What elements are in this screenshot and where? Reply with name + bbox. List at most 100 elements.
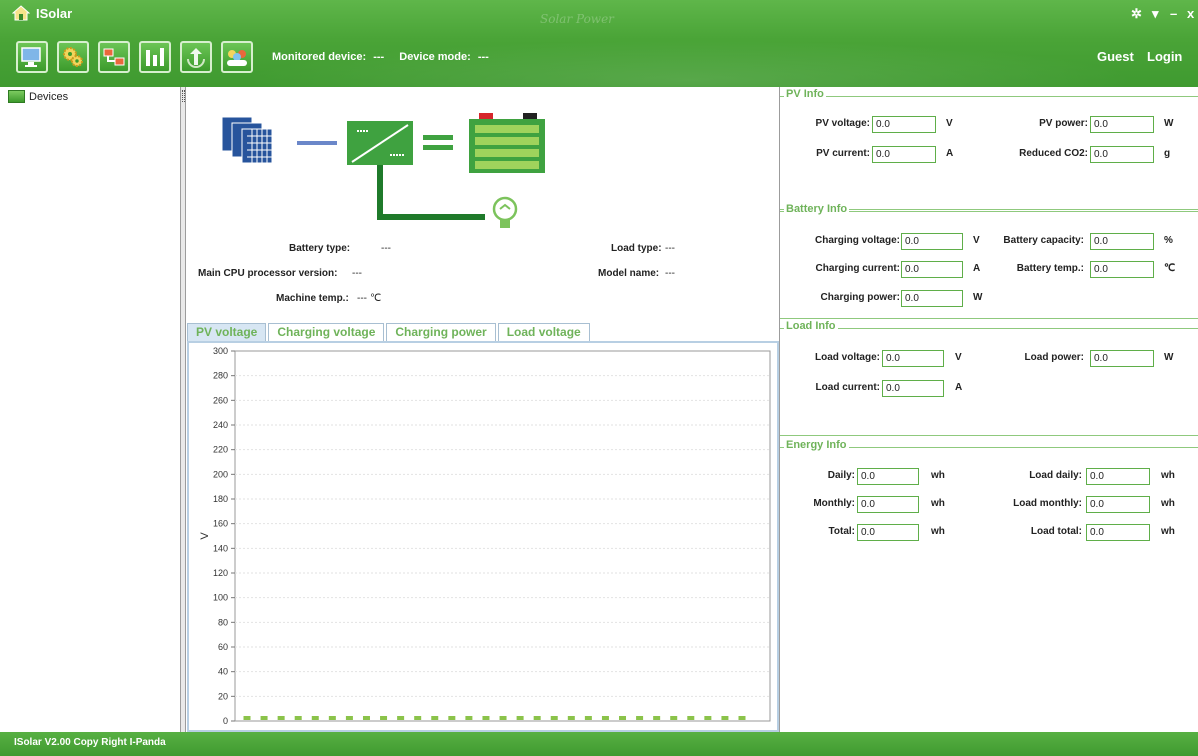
charging-power-field[interactable] bbox=[901, 290, 963, 307]
data-point bbox=[738, 716, 746, 720]
charging-current-field[interactable] bbox=[901, 261, 963, 278]
plot-area bbox=[234, 350, 771, 722]
monitor-button[interactable] bbox=[16, 41, 48, 73]
battery-icon bbox=[469, 113, 545, 173]
battery-temp-field[interactable] bbox=[1090, 261, 1154, 278]
reduced-co2-field[interactable] bbox=[1090, 146, 1154, 163]
battery-temp-unit: ℃ bbox=[1164, 263, 1176, 274]
load-power-unit: W bbox=[1164, 352, 1174, 363]
data-point bbox=[345, 716, 353, 720]
tree-item-devices[interactable]: Devices bbox=[8, 90, 68, 103]
load-daily-field[interactable] bbox=[1086, 468, 1150, 485]
data-point bbox=[619, 716, 627, 720]
data-point bbox=[397, 716, 405, 720]
battery-info-title: Battery Info bbox=[784, 203, 850, 215]
y-tick-label: 0 bbox=[223, 716, 228, 726]
data-point bbox=[499, 716, 507, 720]
inverter-icon bbox=[347, 121, 413, 165]
tab-load-voltage[interactable]: Load voltage bbox=[497, 323, 590, 341]
y-tick-label: 180 bbox=[213, 494, 228, 504]
pv-voltage-label: PV voltage: bbox=[815, 118, 870, 129]
data-point bbox=[277, 716, 285, 720]
cpu-version-label: Main CPU processor version: bbox=[198, 268, 338, 279]
settings-gear-icon[interactable]: ✲ bbox=[1131, 6, 1142, 22]
y-tick-label: 120 bbox=[213, 568, 228, 578]
panel-splitter[interactable] bbox=[181, 87, 186, 732]
charging-voltage-field[interactable] bbox=[901, 233, 963, 250]
battery-temp-label: Battery temp.: bbox=[1016, 263, 1084, 274]
pv-voltage-chart: 0 20 40 60 80 100 120 140 160 180 200 220 240 260 280 3… bbox=[199, 346, 771, 726]
data-button[interactable] bbox=[180, 41, 212, 73]
pv-power-field[interactable] bbox=[1090, 116, 1154, 133]
guest-link[interactable]: Guest bbox=[1097, 49, 1134, 64]
load-info-group: Load Info Load voltage: V Load power: W … bbox=[780, 320, 1198, 436]
pv-info-group: PV Info PV voltage: V PV power: W PV cur… bbox=[780, 88, 1198, 210]
load-current-unit: A bbox=[955, 382, 963, 393]
charging-voltage-unit: V bbox=[973, 235, 980, 246]
settings-button[interactable] bbox=[57, 41, 89, 73]
monitor-icon bbox=[21, 47, 41, 67]
tab-pv-voltage[interactable]: PV voltage bbox=[187, 323, 267, 341]
energy-info-title: Energy Info bbox=[784, 439, 849, 451]
version-text: ISolar V2.00 Copy Right I-Panda bbox=[14, 737, 166, 748]
y-tick-label: 260 bbox=[213, 395, 228, 405]
chart-area: 0 20 40 60 80 100 120 140 160 180 200 220 240 260 280 3… bbox=[187, 341, 779, 732]
tab-charging-power[interactable]: Charging power bbox=[386, 323, 496, 341]
app-title: ISolar bbox=[36, 6, 73, 21]
model-name-label: Model name: bbox=[598, 268, 660, 279]
load-voltage-field[interactable] bbox=[882, 350, 944, 367]
minimize-button[interactable]: – bbox=[1170, 6, 1177, 21]
close-button[interactable]: x bbox=[1187, 6, 1194, 21]
y-tick-label: 160 bbox=[213, 519, 228, 529]
load-monthly-field[interactable] bbox=[1086, 496, 1150, 513]
tab-charging-voltage[interactable]: Charging voltage bbox=[268, 323, 385, 341]
header-watermark: Solar Power bbox=[540, 12, 614, 26]
data-point bbox=[636, 716, 644, 720]
monitor-status: Monitored device: --- Device mode: --- bbox=[272, 51, 493, 63]
machine-temp-unit: ℃ bbox=[370, 293, 382, 304]
load-daily-unit: wh bbox=[1161, 470, 1175, 481]
battery-info-group: Battery Info Charging voltage: V Battery… bbox=[780, 203, 1198, 319]
load-monthly-unit: wh bbox=[1161, 498, 1175, 509]
pv-current-unit: A bbox=[946, 148, 954, 159]
load-total-field[interactable] bbox=[1086, 524, 1150, 541]
solar-panel-icon bbox=[221, 116, 273, 164]
pv-current-field[interactable] bbox=[872, 146, 936, 163]
login-link[interactable]: Login bbox=[1147, 49, 1182, 64]
battery-capacity-field[interactable] bbox=[1090, 233, 1154, 250]
data-point bbox=[414, 716, 422, 720]
pv-voltage-field[interactable] bbox=[872, 116, 936, 133]
network-icon bbox=[103, 48, 125, 66]
pv-power-label: PV power: bbox=[1039, 118, 1088, 129]
model-name-value: --- bbox=[665, 268, 675, 279]
data-point bbox=[704, 716, 712, 720]
data-point bbox=[311, 716, 319, 720]
chart-tabs: PV voltage Charging voltage Charging pow… bbox=[187, 323, 592, 341]
monthly-field[interactable] bbox=[857, 496, 919, 513]
users-button[interactable] bbox=[221, 41, 253, 73]
daily-field[interactable] bbox=[857, 468, 919, 485]
charging-power-label: Charging power: bbox=[820, 292, 900, 303]
y-tick-label: 280 bbox=[213, 371, 228, 381]
load-info-title: Load Info bbox=[784, 320, 838, 332]
total-label: Total: bbox=[828, 526, 855, 537]
load-total-unit: wh bbox=[1161, 526, 1175, 537]
data-point bbox=[670, 716, 678, 720]
total-field[interactable] bbox=[857, 524, 919, 541]
network-button[interactable] bbox=[98, 41, 130, 73]
load-power-field[interactable] bbox=[1090, 350, 1154, 367]
pin-icon[interactable]: ▾ bbox=[1152, 6, 1159, 22]
y-tick-label: 140 bbox=[213, 543, 228, 553]
statistics-button[interactable] bbox=[139, 41, 171, 73]
device-mode-label: Device mode: bbox=[399, 51, 471, 63]
data-point bbox=[362, 716, 370, 720]
users-icon bbox=[227, 50, 247, 66]
charging-voltage-label: Charging voltage: bbox=[814, 235, 900, 246]
data-point bbox=[550, 716, 558, 720]
data-point bbox=[567, 716, 575, 720]
load-current-field[interactable] bbox=[882, 380, 944, 397]
load-voltage-label: Load voltage: bbox=[814, 352, 880, 363]
pv-power-unit: W bbox=[1164, 118, 1174, 129]
data-point bbox=[687, 716, 695, 720]
data-point bbox=[294, 716, 302, 720]
